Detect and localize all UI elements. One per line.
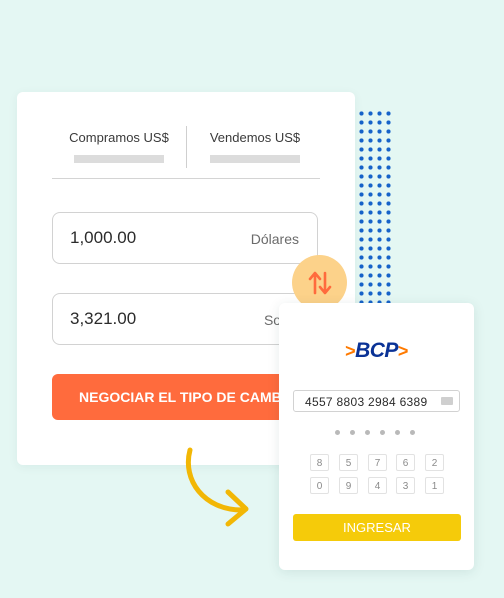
pin-dot [395,430,400,435]
bcp-logo-text: BCP [355,339,398,362]
pin-dot [380,430,385,435]
rates-divider [186,126,187,168]
keypad-key[interactable]: 8 [310,454,329,471]
sell-rate: Vendemos US$ [188,120,322,163]
keypad-key[interactable]: 5 [339,454,358,471]
card-number-field[interactable]: 4557 8803 2984 6389 [293,390,460,412]
keypad-key[interactable]: 0 [310,477,329,494]
buy-rate-placeholder [74,155,164,163]
keypad-key[interactable]: 2 [425,454,444,471]
usd-currency-label: Dólares [250,231,299,247]
keypad-key[interactable]: 7 [368,454,387,471]
card-number-value: 4557 8803 2984 6389 [305,395,428,409]
keypad-key[interactable]: 1 [425,477,444,494]
dot-pattern-decoration [357,109,393,305]
curved-arrow-icon [186,447,249,527]
rates-header: Compramos US$ Vendemos US$ [52,120,320,179]
sell-rate-label: Vendemos US$ [209,130,301,145]
keypad-key[interactable]: 3 [396,477,415,494]
keypad-key[interactable]: 6 [396,454,415,471]
pen-amount-value: 3,321.00 [70,309,137,328]
keypad-key[interactable]: 9 [339,477,358,494]
pin-dot [365,430,370,435]
swap-currencies-button[interactable] [292,255,347,310]
buy-rate: Compramos US$ [52,120,186,163]
login-button[interactable]: INGRESAR [293,514,461,541]
sell-rate-placeholder [210,155,300,163]
keypad-key[interactable]: 4 [368,477,387,494]
credit-card-icon [441,397,453,405]
swap-vertical-arrows-icon [308,271,331,294]
usd-amount-value: 1,000.00 [70,228,137,247]
negotiate-button[interactable]: NEGOCIAR EL TIPO DE CAMBIO [52,374,316,420]
buy-rate-label: Compramos US$ [69,130,169,145]
usd-amount-field[interactable]: 1,000.00 Dólares [52,212,318,264]
pin-dot [335,430,340,435]
bcp-logo-left-chevron: > [345,341,356,361]
bank-login-card: >BCP> 4557 8803 2984 6389 8 5 7 6 2 0 9 … [279,303,474,570]
pin-dots [335,430,425,436]
bcp-logo-right-chevron: > [397,341,409,361]
bcp-logo: >BCP> [279,339,474,363]
pin-dot [350,430,355,435]
pin-dot [410,430,415,435]
